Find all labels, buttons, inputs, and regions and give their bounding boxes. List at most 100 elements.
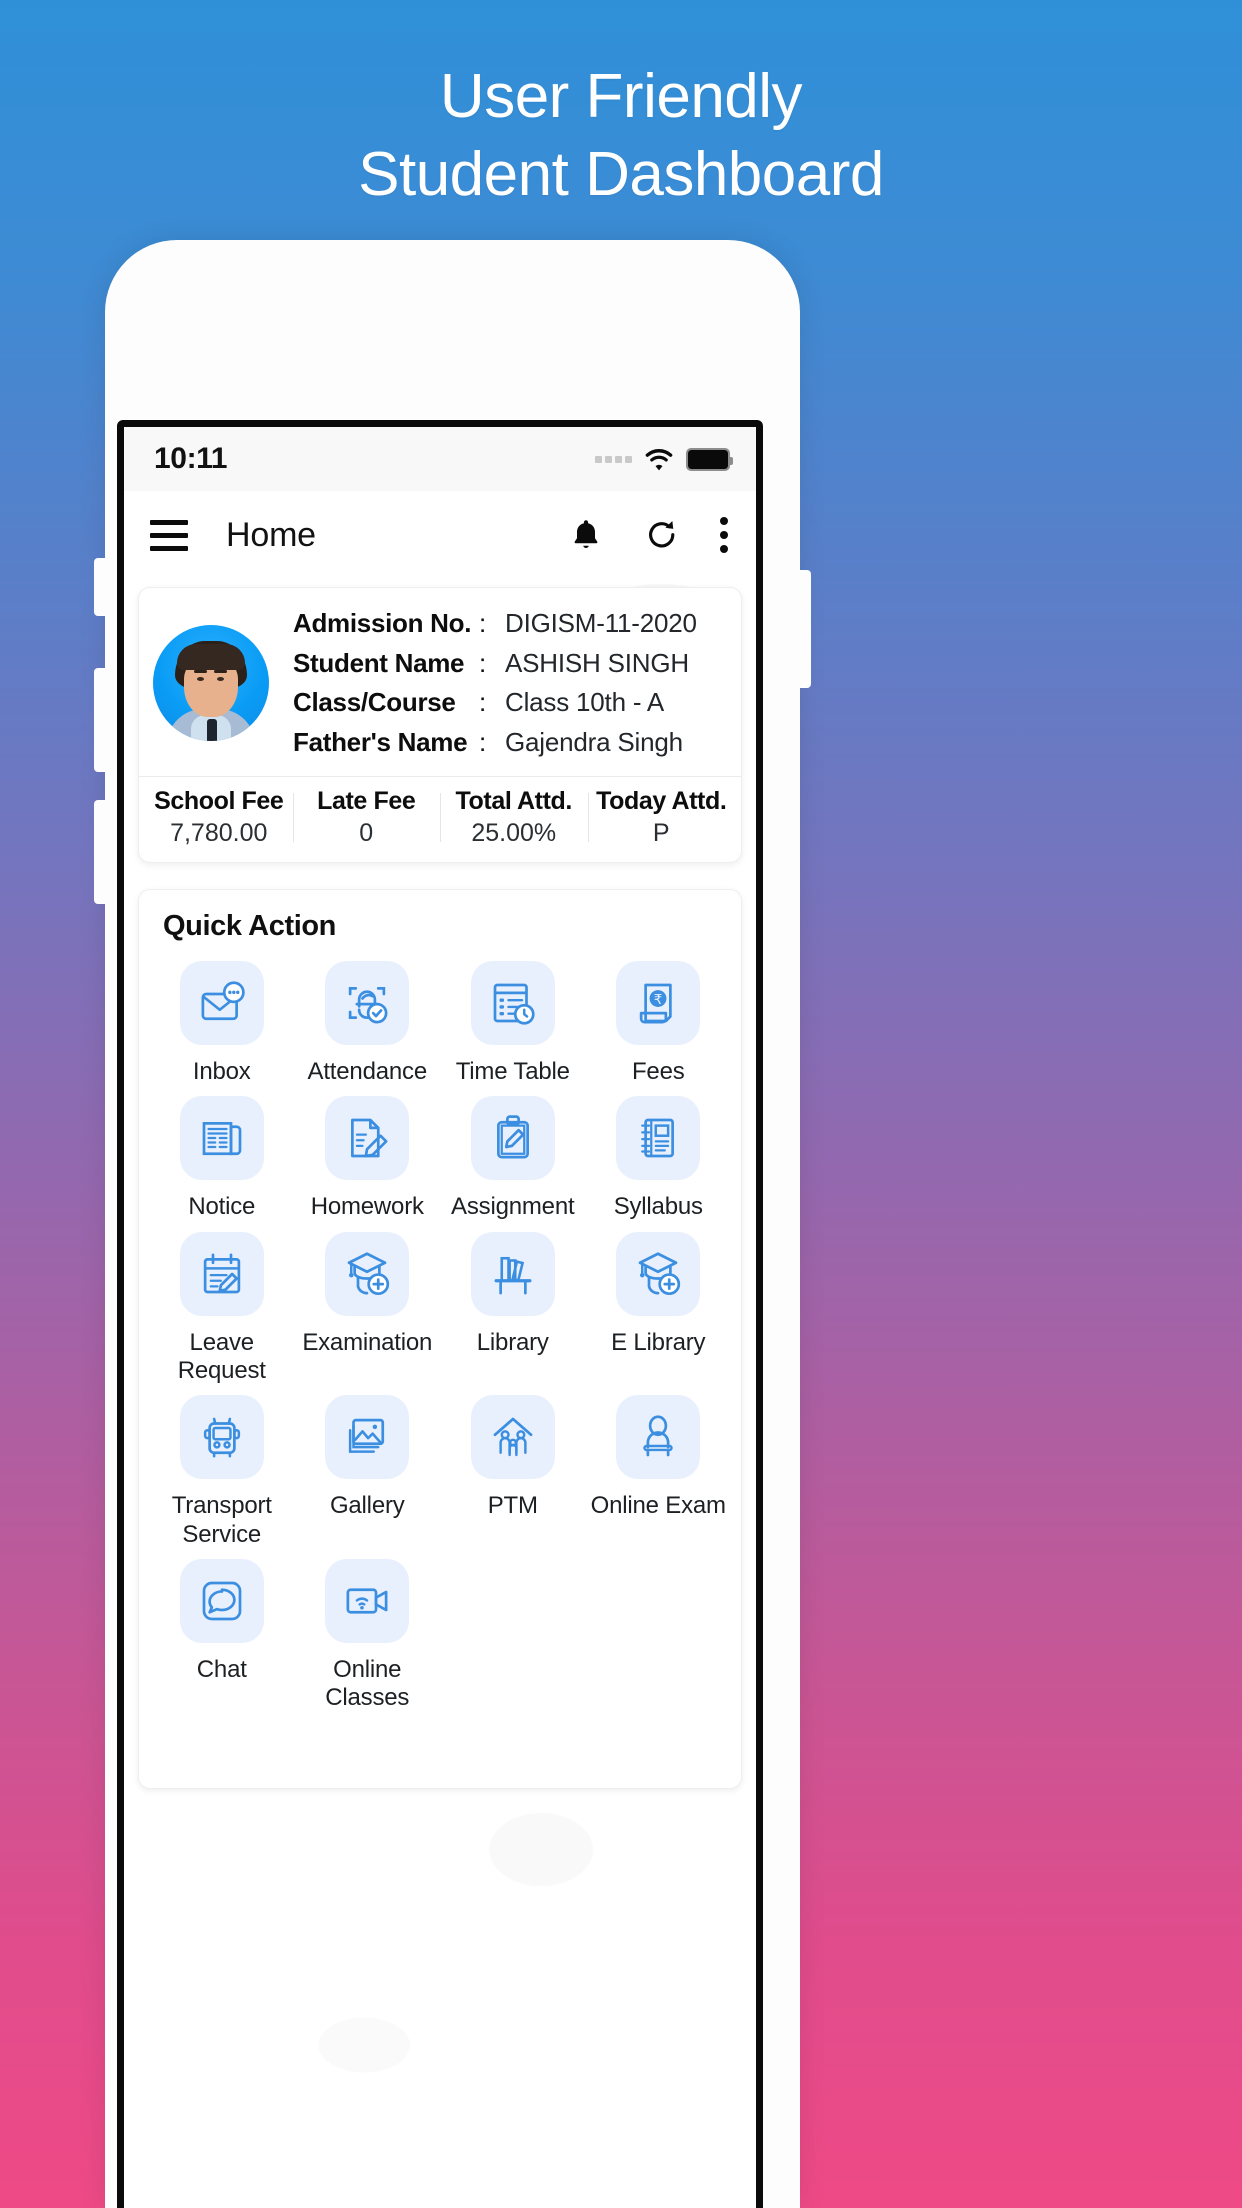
field-label: Class/Course (293, 687, 456, 718)
stat-label: Total Attd. (455, 787, 573, 816)
quick-action-tile (470, 1395, 555, 1480)
wifi-icon (645, 449, 673, 471)
bell-icon[interactable] (568, 517, 604, 553)
quick-action-label: Time Table (455, 1058, 570, 1086)
photos-icon (349, 1419, 385, 1454)
student-info-top: Admission No. : DIGISM-11-2020 Student N… (139, 588, 741, 776)
status-bar-indicators (595, 443, 733, 475)
quick-action-online-classes[interactable]: Online Classes (295, 1558, 441, 1713)
quick-action-label: Online Classes (325, 1655, 410, 1712)
bus-icon (203, 1418, 240, 1458)
quick-action-chat[interactable]: Chat (149, 1558, 295, 1713)
bookshelf-icon (494, 1256, 532, 1295)
field-label: Admission No. (293, 608, 472, 638)
svg-text:₹: ₹ (654, 992, 663, 1008)
quick-action-label: E Library (611, 1328, 706, 1356)
quick-action-tile (179, 1395, 264, 1480)
quick-action-tile (470, 961, 555, 1046)
field-value: Gajendra Singh (505, 726, 683, 757)
calendar-pen-icon (203, 1253, 240, 1294)
quick-action-notice[interactable]: Notice (149, 1096, 295, 1221)
field-separator: : (479, 608, 487, 638)
quick-action-label: Online Exam (590, 1492, 726, 1520)
field-label: Student Name (293, 647, 465, 678)
quick-action-tile (470, 1096, 555, 1181)
stat-value: 25.00% (471, 819, 557, 848)
field-label: Father's Name (293, 726, 468, 757)
stat-value: 7,780.00 (170, 819, 268, 848)
field-separator: : (479, 647, 487, 678)
quick-action-assignment[interactable]: Assignment (440, 1096, 586, 1221)
notebook-icon (641, 1119, 675, 1158)
kebab-menu-icon[interactable] (720, 517, 728, 553)
chat-bubble-icon (202, 1581, 242, 1621)
face-scan-check-icon (349, 987, 388, 1024)
quick-action-label: Transport Service (171, 1492, 272, 1548)
quick-action-tile (616, 1395, 701, 1480)
battery-full-icon (686, 447, 733, 471)
quick-action-tile (325, 1231, 410, 1316)
field-separator: : (479, 726, 487, 757)
quick-action-grid: Inbox Attendance Time Table ₹ Fees Notic… (149, 961, 731, 1713)
quick-action-tile (470, 1231, 555, 1316)
phone-side-button-power[interactable] (798, 570, 811, 688)
quick-action-title: Quick Action (163, 910, 336, 943)
quick-action-tile (325, 1096, 410, 1181)
stat-label: School Fee (154, 787, 284, 816)
quick-action-tile: ₹ (616, 961, 701, 1046)
quick-action-syllabus[interactable]: Syllabus (586, 1096, 732, 1221)
quick-action-tile (179, 961, 264, 1046)
clipboard-pen-icon (496, 1115, 529, 1159)
inbox-message-icon (201, 981, 245, 1021)
student-info-card: Admission No. : DIGISM-11-2020 Student N… (138, 587, 742, 864)
quick-action-fees[interactable]: ₹ Fees (586, 961, 732, 1086)
quick-action-e-library[interactable]: E Library (586, 1231, 732, 1386)
field-fathers-name: Father's Name : Gajendra Singh (293, 723, 727, 763)
quick-action-homework[interactable]: Homework (295, 1096, 441, 1221)
quick-action-transport-service[interactable]: Transport Service (149, 1395, 295, 1549)
quick-action-tile (325, 961, 410, 1046)
phone-side-button-volume-down[interactable] (94, 800, 107, 904)
quick-action-label: Syllabus (613, 1193, 703, 1221)
promo-line-1: User Friendly (439, 62, 803, 131)
newspaper-icon (202, 1122, 242, 1156)
quick-action-time-table[interactable]: Time Table (440, 961, 586, 1086)
quick-action-label: Library (476, 1328, 549, 1356)
field-value: DIGISM-11-2020 (505, 608, 697, 638)
quick-action-leave-request[interactable]: Leave Request (149, 1231, 295, 1386)
page-title: Home (226, 515, 316, 554)
family-home-icon (493, 1417, 533, 1457)
dashboard-content: Admission No. : DIGISM-11-2020 Student N… (124, 579, 756, 2208)
app-bar-actions (568, 517, 728, 553)
quick-action-ptm[interactable]: PTM (440, 1395, 586, 1549)
quick-action-attendance[interactable]: Attendance (295, 961, 441, 1086)
promo-heading: User Friendly Student Dashboard (0, 66, 1242, 206)
quick-action-inbox[interactable]: Inbox (149, 961, 295, 1086)
stat-label: Today Attd. (596, 787, 727, 816)
quick-action-library[interactable]: Library (440, 1231, 586, 1386)
field-student-name: Student Name : ASHISH SINGH (293, 644, 727, 684)
quick-action-label: Notice (188, 1193, 256, 1221)
signal-dots-icon (595, 455, 632, 463)
refresh-icon[interactable] (644, 517, 680, 553)
hamburger-menu-icon[interactable] (150, 519, 188, 551)
phone-side-button-silent[interactable] (94, 558, 107, 616)
quick-action-examination[interactable]: Examination (295, 1231, 441, 1386)
quick-action-label: Gallery (329, 1492, 405, 1520)
phone-side-button-volume-up[interactable] (94, 668, 107, 772)
quick-action-label: Inbox (192, 1058, 251, 1086)
quick-action-online-exam[interactable]: Online Exam (586, 1395, 732, 1549)
stat-total-attendance: Total Attd. 25.00% (440, 787, 588, 848)
stat-value: 0 (359, 819, 374, 848)
quick-action-tile (179, 1096, 264, 1181)
phone-screen: 10:11 Home Admission No.: DIGISM-11-202… (124, 427, 756, 2208)
timetable-clock-icon (493, 983, 535, 1025)
student-stats-row: School Fee 7,780.00 Late Fee 0 Total Att… (139, 776, 741, 862)
quick-action-tile (616, 1096, 701, 1181)
student-avatar (153, 625, 269, 742)
quick-action-label: Examination (302, 1328, 433, 1356)
quick-action-gallery[interactable]: Gallery (295, 1395, 441, 1549)
quick-action-card: Quick Action Inbox Attendance Time Table… (138, 889, 742, 1790)
field-class-course: Class/Course : Class 10th - A (293, 683, 727, 723)
phone-screen-bezel: 10:11 Home Admission No.: DIGISM-11-202… (117, 420, 763, 2208)
